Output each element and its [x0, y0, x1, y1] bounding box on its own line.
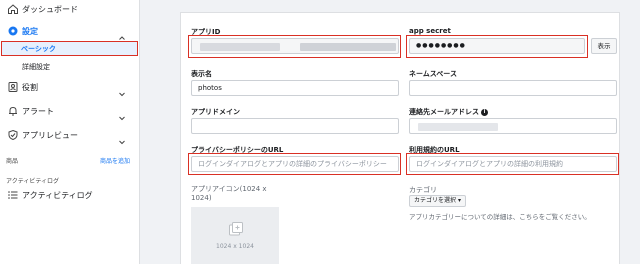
- app-domain-label: アプリドメイン: [191, 108, 240, 116]
- info-icon[interactable]: i: [481, 109, 488, 116]
- contact-email-input[interactable]: [409, 118, 617, 134]
- display-name-input[interactable]: photos: [191, 80, 399, 96]
- activity-heading: アクティビティログ: [6, 178, 59, 185]
- chevron-down-icon: [118, 131, 126, 145]
- sidebar-item-label: アクティビティログ: [22, 190, 93, 200]
- app-secret-field[interactable]: ●●●●●●●●: [409, 38, 585, 54]
- app-icon-label: アプリアイコン(1024 x 1024): [191, 185, 267, 202]
- sidebar-item-dashboard[interactable]: ダッシュボード: [0, 2, 140, 16]
- category-select[interactable]: カテゴリを選択 ▾: [409, 195, 466, 207]
- category-label: カテゴリ: [409, 186, 437, 194]
- terms-url-input[interactable]: ログインダイアログとアプリの詳細の利用規約: [409, 156, 617, 172]
- contact-email-label: 連絡先メールアドレス i: [409, 107, 488, 117]
- bell-icon: [6, 104, 20, 118]
- home-icon: [6, 2, 20, 16]
- shield-check-icon: [6, 128, 20, 142]
- app-secret-label: app secret: [409, 27, 451, 35]
- sidebar-item-label: 役割: [22, 82, 38, 92]
- namespace-label: ネームスペース: [409, 70, 457, 78]
- icon-size-text: 1024 x 1024: [216, 243, 254, 250]
- chevron-down-icon: [118, 83, 126, 97]
- sidebar-item-alerts[interactable]: アラート: [0, 104, 140, 121]
- products-heading: 商品: [6, 158, 19, 165]
- privacy-url-input[interactable]: ログインダイアログとアプリの詳細のプライバシーポリシー: [191, 156, 399, 172]
- show-secret-button[interactable]: 表示: [591, 38, 617, 54]
- add-product-link[interactable]: 商品を追加: [100, 156, 130, 165]
- sidebar-item-label: 設定: [22, 26, 38, 36]
- sidebar-item-label: アプリレビュー: [22, 130, 78, 140]
- sidebar: ダッシュボード 設定 ベーシック 詳細設定 役割 アラート アプリレビュー 商品…: [0, 0, 140, 264]
- image-placeholder-icon: [229, 222, 243, 236]
- sidebar-item-label: ダッシュボード: [22, 4, 78, 14]
- category-help-text: アプリカテゴリーについての詳細は、こちらをご覧ください。: [409, 213, 591, 221]
- list-icon: [6, 188, 20, 202]
- sidebar-item-label: アラート: [22, 106, 54, 116]
- sidebar-subitem-advanced[interactable]: 詳細設定: [0, 62, 140, 72]
- basic-settings-panel: アプリID app secret ●●●●●●●● 表示 表示名 photos …: [180, 12, 620, 264]
- caret-down-icon: ▾: [457, 197, 461, 204]
- gear-icon: [6, 24, 20, 38]
- sidebar-subitem-label: ベーシック: [21, 45, 56, 53]
- display-name-label: 表示名: [191, 70, 212, 78]
- sidebar-item-app-review[interactable]: アプリレビュー: [0, 128, 140, 145]
- roles-icon: [6, 80, 20, 94]
- sidebar-item-roles[interactable]: 役割: [0, 80, 140, 97]
- sidebar-item-activity-log[interactable]: アクティビティログ: [0, 188, 140, 202]
- chevron-down-icon: [118, 107, 126, 121]
- app-icon-upload[interactable]: 1024 x 1024: [191, 207, 279, 264]
- app-domain-input[interactable]: [191, 118, 399, 134]
- namespace-input[interactable]: [409, 80, 617, 96]
- chevron-up-icon: [118, 27, 126, 40]
- sidebar-item-settings[interactable]: 設定: [0, 24, 140, 40]
- app-id-field[interactable]: [191, 38, 399, 54]
- sidebar-subitem-basic[interactable]: ベーシック: [1, 41, 138, 56]
